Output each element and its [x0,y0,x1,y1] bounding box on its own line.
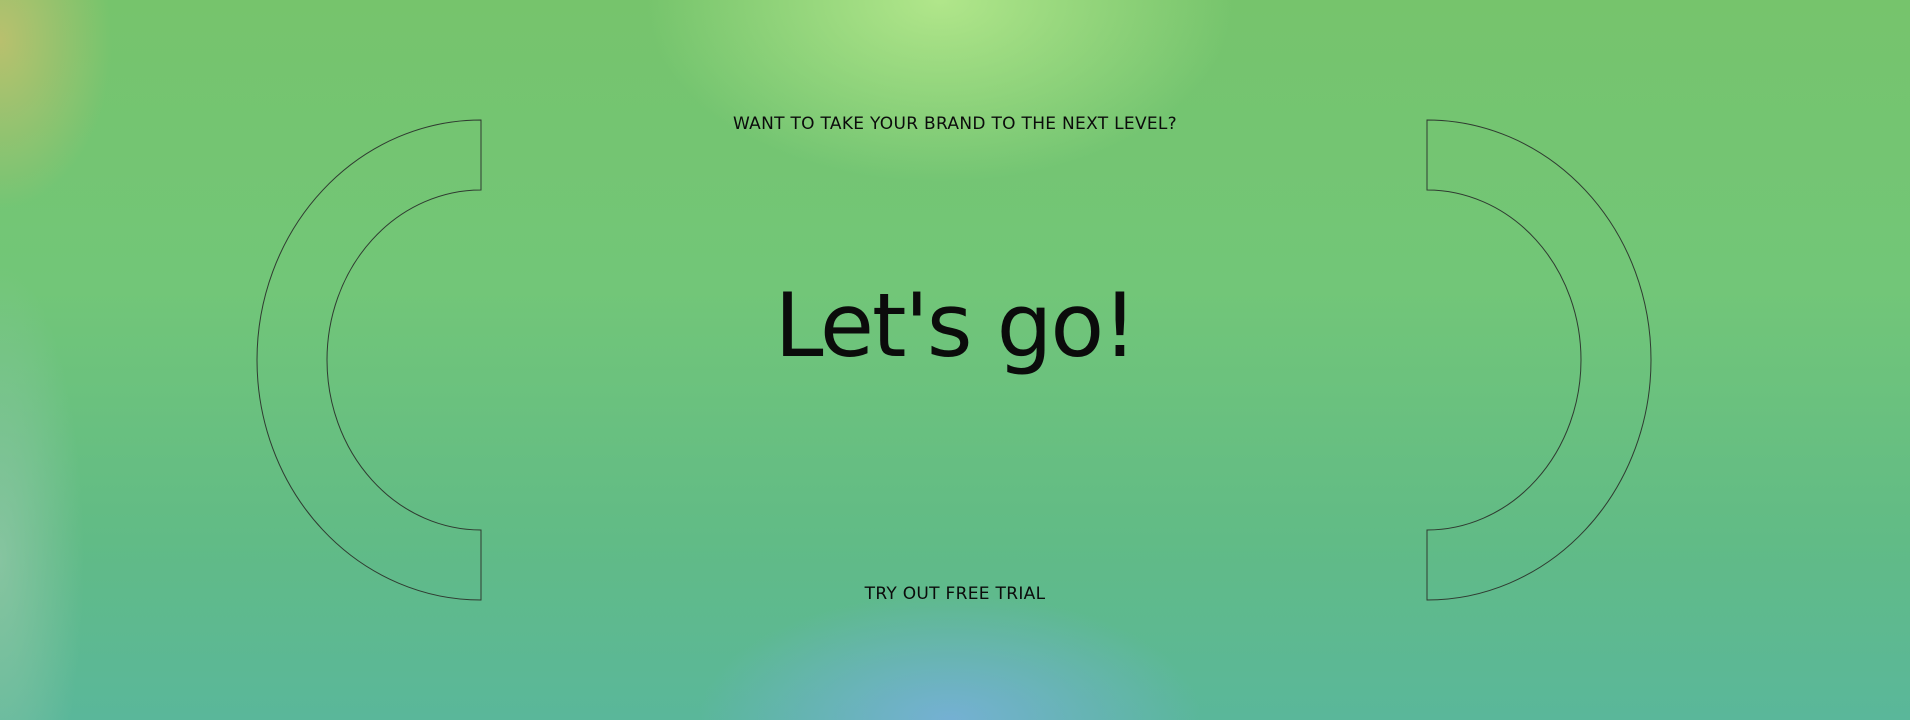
hero-section: WANT TO TAKE YOUR BRAND TO THE NEXT LEVE… [0,0,1910,720]
free-trial-link[interactable]: TRY OUT FREE TRIAL [855,580,1055,608]
hero-headline: Let's go! [774,274,1137,377]
eyebrow-text: WANT TO TAKE YOUR BRAND TO THE NEXT LEVE… [732,114,1178,134]
